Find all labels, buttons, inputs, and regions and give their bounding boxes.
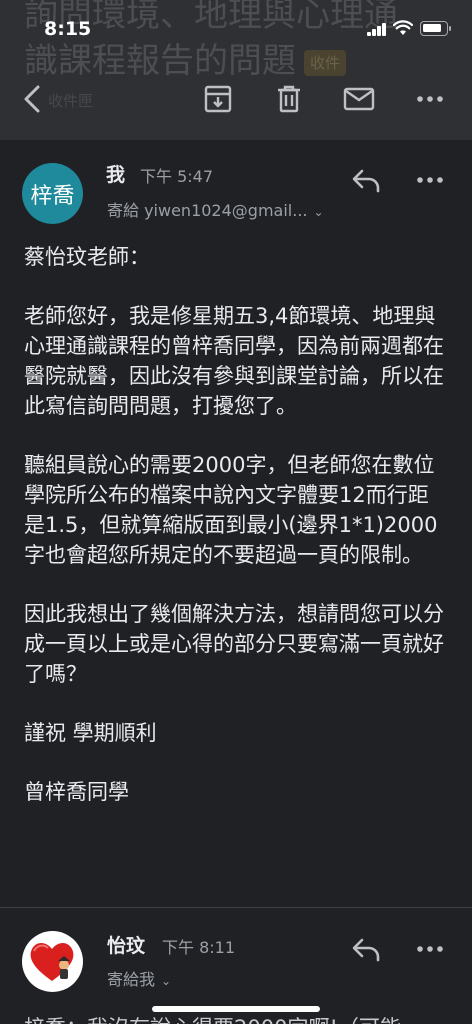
paragraph-question: 聽組員說心的需要2000字，但老師您在數位學院所公布的檔案中說內文字體要12而行… — [24, 453, 438, 567]
reply-icon[interactable] — [349, 932, 383, 966]
chevron-down-icon[interactable]: ⌄ — [161, 974, 171, 988]
paragraph-request: 因此我想出了幾個解決方法，想請問您可以分成一頁以上或是心得的部分只要寫滿一頁就好… — [24, 602, 444, 686]
top-app-bar: 詢問環境、地理與心理通 識課程報告的問題 收件 收件匣 8:15 — [0, 0, 472, 140]
more-horizontal-icon[interactable] — [413, 163, 447, 197]
more-horizontal-icon[interactable] — [413, 82, 447, 116]
sender-name: 怡玟 — [107, 935, 146, 957]
reply-preview: 梓喬：我沒有說心得要2000字啊!（可能 — [24, 1013, 464, 1024]
archive-icon[interactable] — [201, 82, 235, 116]
reply-icon[interactable] — [349, 163, 383, 197]
battery-icon — [420, 21, 448, 36]
avatar: 梓喬 — [22, 163, 83, 224]
paragraph-intro: 老師您好，我是修星期五3,4節環境、地理與心理通識課程的曾梓喬同學，因為前兩週都… — [24, 304, 444, 418]
message-divider — [0, 907, 472, 908]
cellular-signal-icon — [367, 22, 387, 36]
sender-name: 我 — [106, 164, 126, 186]
recipient-text: 寄給 yiwen1024@gmail... — [107, 201, 308, 220]
sent-time: 下午 8:11 — [162, 938, 236, 957]
recipient-details[interactable]: 寄給我 ⌄ — [107, 966, 171, 990]
label-chip: 收件匣 — [48, 92, 94, 110]
more-horizontal-icon[interactable] — [413, 932, 447, 966]
greeting: 蔡怡玟老師： — [24, 245, 150, 269]
home-indicator[interactable] — [152, 1006, 320, 1012]
recipient-text: 寄給我 — [107, 970, 156, 989]
message-body: 蔡怡玟老師： 老師您好，我是修星期五3,4節環境、地理與心理通識課程的曾梓喬同學… — [24, 242, 449, 836]
sent-time: 下午 5:47 — [140, 167, 214, 186]
message-header[interactable]: 梓喬 我 下午 5:47 寄給 yiwen1024@gmail... ⌄ — [0, 150, 472, 230]
back-arrow-icon[interactable] — [16, 82, 50, 116]
signature: 曾梓喬同學 — [24, 780, 129, 804]
trash-icon[interactable] — [272, 82, 306, 116]
avatar — [22, 931, 83, 992]
chevron-down-icon[interactable]: ⌄ — [314, 205, 324, 219]
status-bar: 8:15 — [0, 0, 472, 60]
closing: 謹祝 學期順利 — [24, 721, 157, 745]
wifi-icon — [393, 20, 413, 35]
mail-icon[interactable] — [342, 82, 376, 116]
recipient-details[interactable]: 寄給 yiwen1024@gmail... ⌄ — [107, 197, 324, 221]
status-time: 8:15 — [44, 18, 92, 40]
